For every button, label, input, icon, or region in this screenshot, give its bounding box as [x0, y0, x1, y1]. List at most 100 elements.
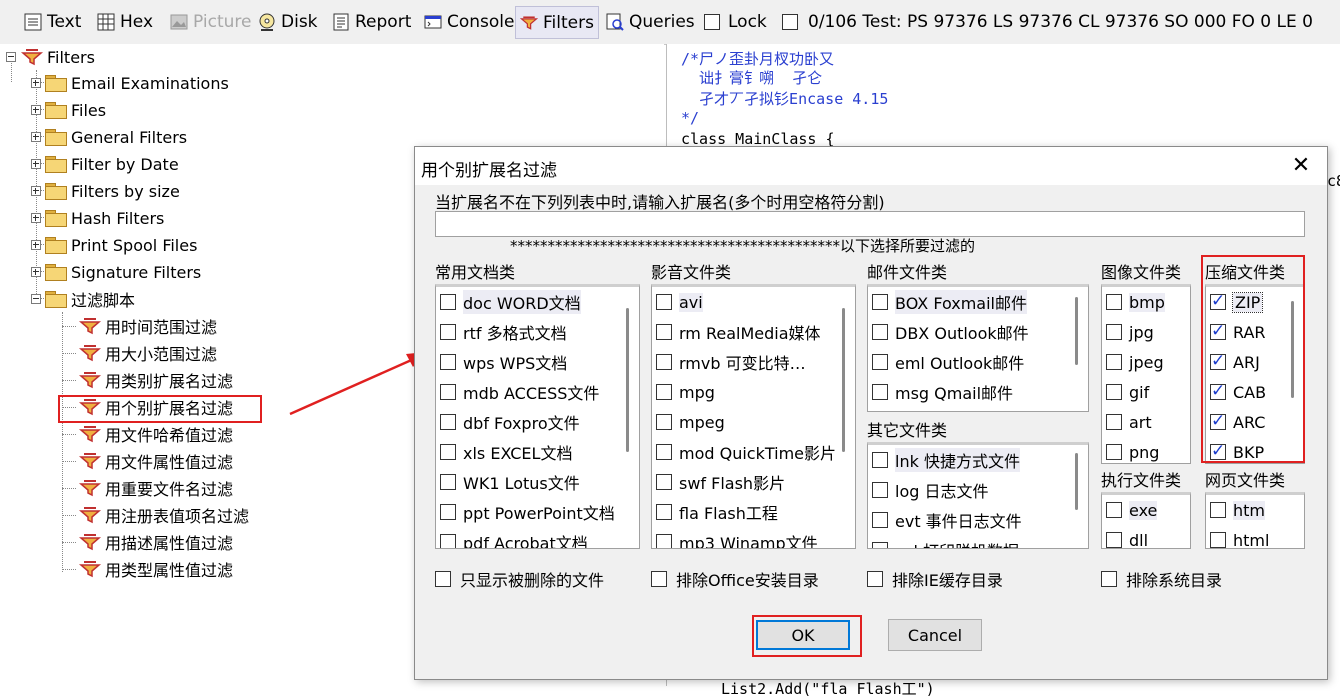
item-checkbox[interactable] [872, 384, 888, 400]
option-checkbox[interactable] [651, 571, 667, 587]
list-item[interactable]: mpeg [656, 408, 725, 436]
list-item[interactable]: xls EXCEL文档 [440, 438, 572, 466]
item-checkbox[interactable] [872, 512, 888, 528]
listbox-exec[interactable]: exe dll [1101, 492, 1191, 549]
option-checkbox[interactable] [1101, 571, 1117, 587]
list-item[interactable]: dll [1106, 526, 1148, 548]
option-exclude-ie-cache[interactable]: 排除IE缓存目录 [867, 567, 1003, 591]
list-item[interactable]: ppt PowerPoint文档 [440, 498, 615, 526]
item-checkbox[interactable] [872, 354, 888, 370]
list-item[interactable]: png [1106, 438, 1159, 463]
item-label: ppt PowerPoint文档 [463, 504, 615, 523]
listbox-doc[interactable]: doc WORD文档 rtf 多格式文档 wps WPS文档 mdb ACCESS文件… [435, 284, 640, 549]
list-item[interactable]: avi [656, 288, 703, 316]
item-checkbox[interactable] [656, 414, 672, 430]
item-checkbox[interactable] [872, 542, 888, 548]
item-checkbox[interactable] [1210, 502, 1226, 518]
item-checkbox[interactable] [1106, 324, 1122, 340]
listbox-media[interactable]: avi rm RealMedia媒体 rmvb 可变比特… mpg mpeg mod Qu… [651, 284, 856, 549]
item-checkbox[interactable] [440, 414, 456, 430]
list-item[interactable]: htm [1210, 496, 1265, 524]
list-item[interactable]: rmvb 可变比特… [656, 348, 806, 376]
item-checkbox[interactable] [1106, 502, 1122, 518]
item-checkbox[interactable] [656, 354, 672, 370]
list-item[interactable]: lnk 快捷方式文件 [872, 446, 1020, 474]
item-checkbox[interactable] [656, 504, 672, 520]
list-item[interactable]: rtf 多格式文档 [440, 318, 567, 346]
option-label: 排除Office安装目录 [676, 571, 819, 590]
item-checkbox[interactable] [440, 384, 456, 400]
list-item[interactable]: doc WORD文档 [440, 288, 581, 316]
option-checkbox[interactable] [867, 571, 883, 587]
list-item[interactable]: bmp [1106, 288, 1165, 316]
list-item[interactable]: eml Outlook邮件 [872, 348, 1024, 376]
list-item[interactable]: msg Qmail邮件 [872, 378, 1013, 406]
list-item[interactable]: fla Flash工程 [656, 498, 778, 526]
scrollbar-thumb[interactable] [842, 308, 845, 452]
list-item[interactable]: rm RealMedia媒体 [656, 318, 821, 346]
item-checkbox[interactable] [1106, 414, 1122, 430]
list-item[interactable]: html [1210, 526, 1269, 548]
item-checkbox[interactable] [872, 452, 888, 468]
item-checkbox[interactable] [656, 384, 672, 400]
extension-input[interactable] [435, 211, 1305, 237]
scrollbar-thumb[interactable] [1075, 297, 1078, 365]
list-item[interactable]: dbf Foxpro文件 [440, 408, 580, 436]
list-item[interactable]: mod QuickTime影片 [656, 438, 836, 466]
option-deleted-only[interactable]: 只显示被删除的文件 [435, 567, 604, 591]
option-exclude-office[interactable]: 排除Office安装目录 [651, 567, 819, 591]
item-checkbox[interactable] [656, 444, 672, 460]
item-label: eml Outlook邮件 [895, 354, 1025, 373]
item-checkbox[interactable] [1106, 444, 1122, 460]
list-item[interactable]: exe [1106, 496, 1158, 524]
list-item[interactable]: swf Flash影片 [656, 468, 785, 496]
list-item[interactable]: jpg [1106, 318, 1154, 346]
item-checkbox[interactable] [656, 324, 672, 340]
list-item[interactable]: mpg [656, 378, 715, 406]
item-checkbox[interactable] [440, 324, 456, 340]
list-item[interactable]: jpeg [1106, 348, 1164, 376]
list-item[interactable]: spl 打印脱机数据 [872, 536, 1019, 548]
item-checkbox[interactable] [872, 482, 888, 498]
close-icon[interactable]: ✕ [1289, 153, 1313, 178]
option-label: 只显示被删除的文件 [460, 571, 605, 590]
item-checkbox[interactable] [872, 294, 888, 310]
item-checkbox[interactable] [656, 294, 672, 310]
item-label: xls EXCEL文档 [463, 444, 573, 463]
item-checkbox[interactable] [1106, 294, 1122, 310]
item-checkbox[interactable] [440, 534, 456, 548]
item-checkbox[interactable] [440, 444, 456, 460]
item-checkbox[interactable] [1210, 532, 1226, 548]
listbox-mail[interactable]: BOX Foxmail邮件 DBX Outlook邮件 eml Outlook邮件 m… [867, 284, 1089, 412]
scrollbar-thumb[interactable] [626, 308, 629, 452]
list-item[interactable]: evt 事件日志文件 [872, 506, 1022, 534]
item-checkbox[interactable] [440, 474, 456, 490]
list-item[interactable]: gif [1106, 378, 1149, 406]
list-item[interactable]: pdf Acrobat文档 [440, 528, 588, 548]
listbox-image[interactable]: bmp jpg jpeg gif art png [1101, 284, 1191, 464]
item-checkbox[interactable] [440, 354, 456, 370]
listbox-other[interactable]: lnk 快捷方式文件 log 日志文件 evt 事件日志文件 spl 打印脱机数据 [867, 442, 1089, 549]
list-item[interactable]: mp3 Winamp文件 [656, 528, 818, 548]
option-exclude-system[interactable]: 排除系统目录 [1101, 567, 1222, 591]
item-checkbox[interactable] [440, 294, 456, 310]
list-item[interactable]: WK1 Lotus文件 [440, 468, 580, 496]
item-checkbox[interactable] [656, 534, 672, 548]
listbox-web[interactable]: htm html [1205, 492, 1305, 549]
option-checkbox[interactable] [435, 571, 451, 587]
item-checkbox[interactable] [656, 474, 672, 490]
list-item[interactable]: log 日志文件 [872, 476, 988, 504]
item-checkbox[interactable] [1106, 354, 1122, 370]
item-checkbox[interactable] [1106, 384, 1122, 400]
item-checkbox[interactable] [1106, 532, 1122, 548]
cancel-button[interactable]: Cancel [888, 619, 982, 651]
item-checkbox[interactable] [872, 324, 888, 340]
list-item[interactable]: wps WPS文档 [440, 348, 567, 376]
list-item[interactable]: DBX Outlook邮件 [872, 318, 1029, 346]
item-checkbox[interactable] [440, 504, 456, 520]
list-item[interactable]: art [1106, 408, 1152, 436]
list-item[interactable]: mdb ACCESS文件 [440, 378, 599, 406]
scrollbar-thumb[interactable] [1075, 453, 1078, 510]
group-label-doc: 常用文档类 [435, 263, 516, 282]
list-item[interactable]: BOX Foxmail邮件 [872, 288, 1027, 316]
